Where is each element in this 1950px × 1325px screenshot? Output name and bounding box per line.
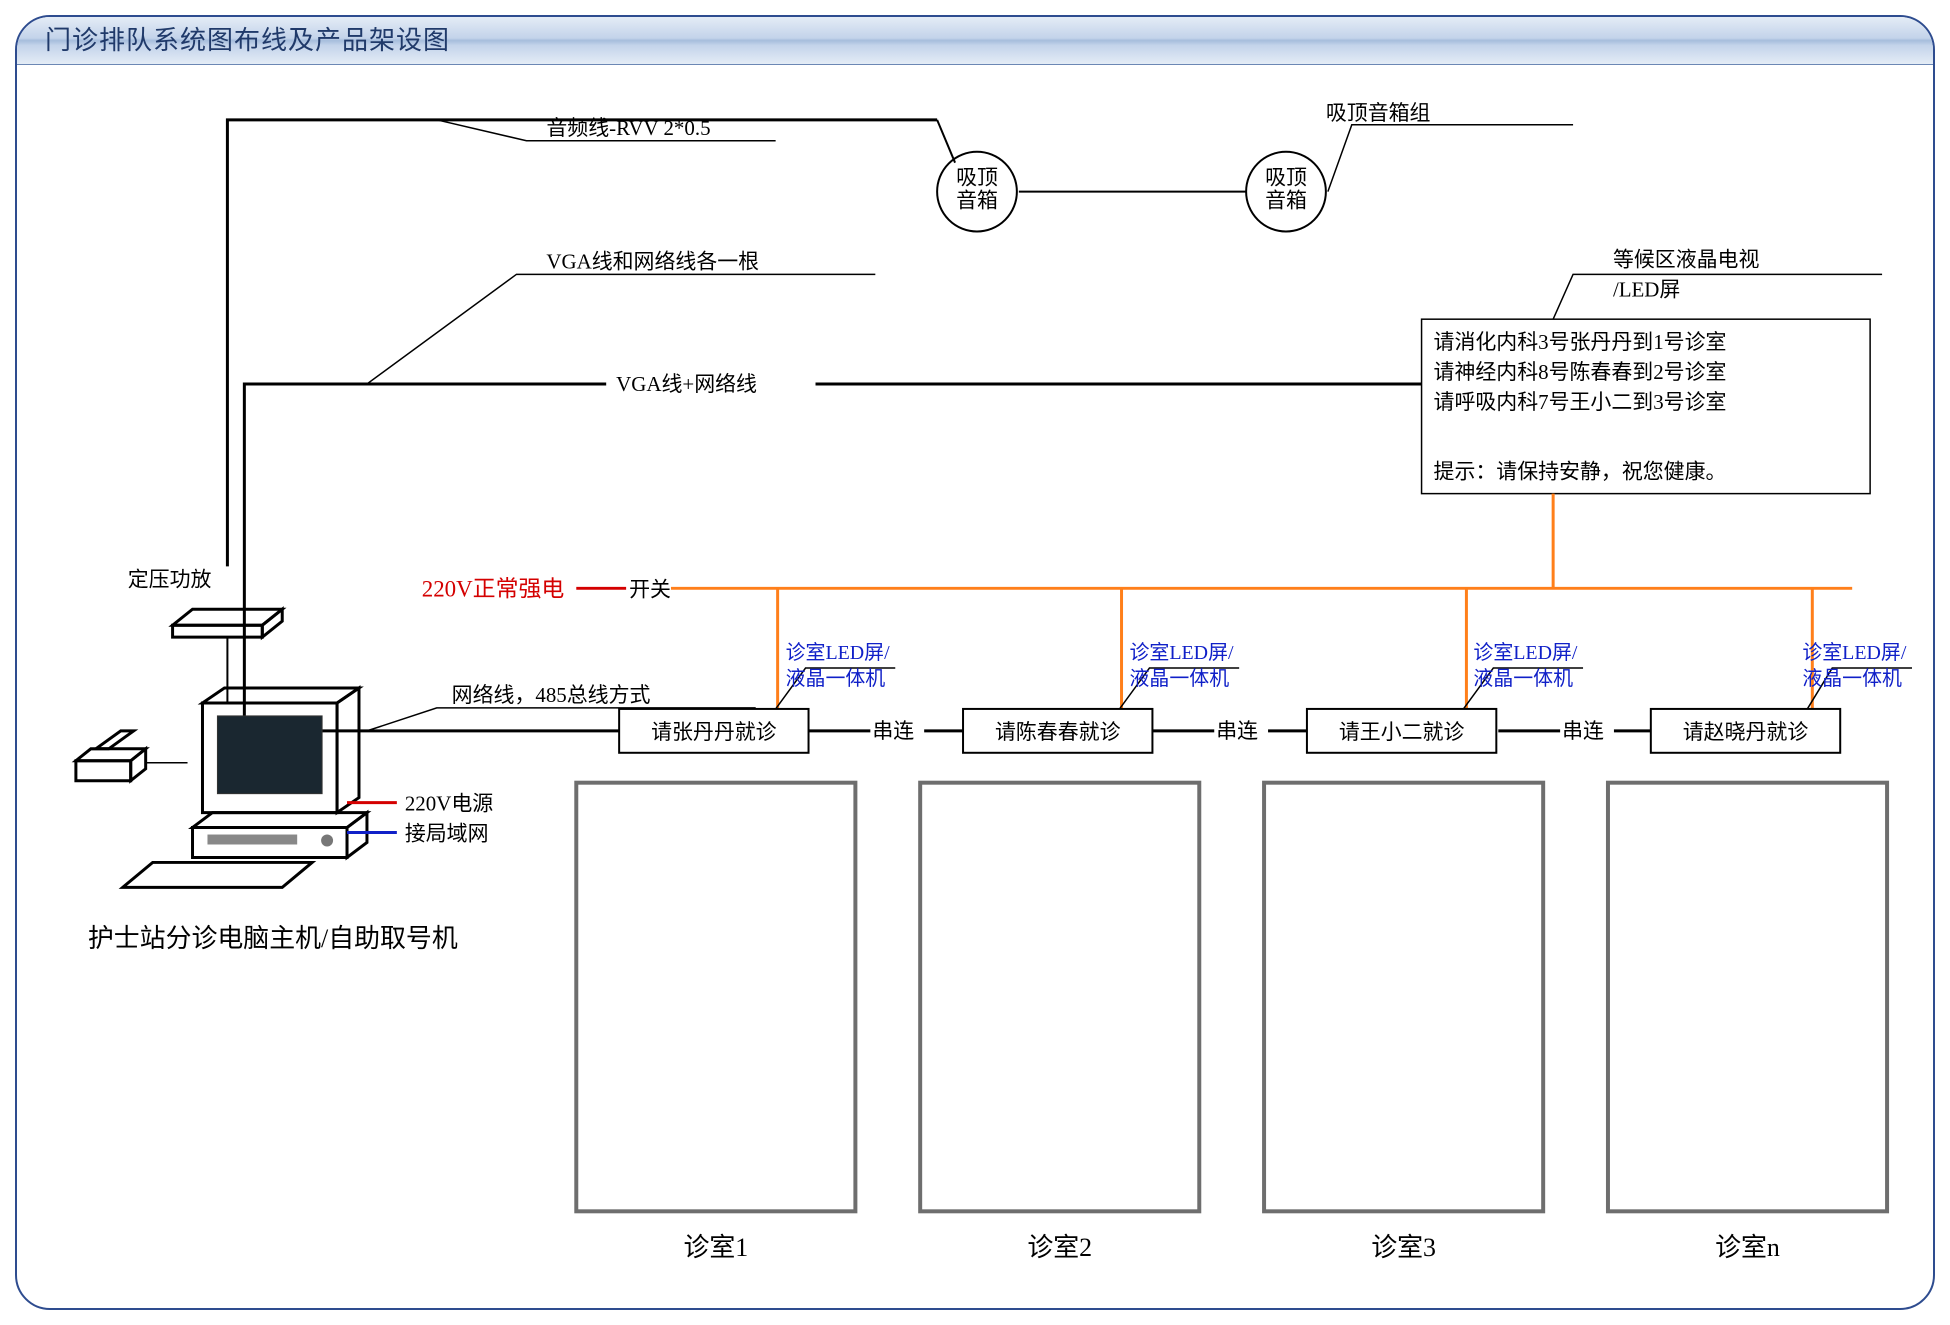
waiting-led-label: /LED屏 xyxy=(1613,277,1680,301)
tv-line3: 请呼吸内科7号王小二到3号诊室 xyxy=(1434,390,1727,414)
svg-text:液晶一体机: 液晶一体机 xyxy=(786,667,886,690)
lan-label: 接局域网 xyxy=(405,822,489,846)
svg-text:请张丹丹就诊: 请张丹丹就诊 xyxy=(651,720,777,744)
svg-text:诊室LED屏/: 诊室LED屏/ xyxy=(786,641,890,664)
room-3 xyxy=(1264,783,1543,1212)
svg-text:吸顶: 吸顶 xyxy=(956,166,998,190)
printer-icon xyxy=(76,731,146,781)
room-led-4: 请赵晓丹就诊 诊室LED屏/ 液晶一体机 xyxy=(1651,641,1912,753)
serial-3: 串连 xyxy=(1562,719,1604,743)
p220-label: 220V电源 xyxy=(405,792,493,816)
host-label: 护士站分诊电脑主机/自助取号机 xyxy=(88,924,458,953)
room-2 xyxy=(920,783,1199,1212)
amp-label: 定压功放 xyxy=(128,567,212,591)
svg-text:请王小二就诊: 请王小二就诊 xyxy=(1339,720,1465,744)
svg-text:请赵晓丹就诊: 请赵晓丹就诊 xyxy=(1683,720,1809,744)
rs485-label: 网络线，485总线方式 xyxy=(452,683,651,707)
tv-line1: 请消化内科3号张丹丹到1号诊室 xyxy=(1434,330,1727,354)
speaker-group-label: 吸顶音箱组 xyxy=(1326,101,1431,125)
room-1-label: 诊室1 xyxy=(683,1233,748,1262)
svg-text:液晶一体机: 液晶一体机 xyxy=(1130,667,1230,690)
room-n xyxy=(1608,783,1887,1212)
room-n-label: 诊室n xyxy=(1715,1233,1780,1262)
title-text: 门诊排队系统图布线及产品架设图 xyxy=(45,26,450,55)
waiting-tv-label: 等候区液晶电视 xyxy=(1613,247,1760,271)
diagram-canvas: 吸顶音箱组 音频线-RVV 2*0.5 吸顶 音箱 吸顶 音箱 VGA线和网络线… xyxy=(17,65,1933,1308)
svg-text:音箱: 音箱 xyxy=(956,189,998,213)
tv-tip: 提示：请保持安静，祝您健康。 xyxy=(1434,460,1727,484)
power-220v-label: 220V正常强电 xyxy=(422,576,565,601)
svg-text:液晶一体机: 液晶一体机 xyxy=(1473,667,1573,690)
svg-text:诊室LED屏/: 诊室LED屏/ xyxy=(1473,641,1577,664)
room-3-label: 诊室3 xyxy=(1371,1233,1436,1262)
svg-text:液晶一体机: 液晶一体机 xyxy=(1802,667,1902,690)
room-led-3: 请王小二就诊 诊室LED屏/ 液晶一体机 xyxy=(1307,641,1583,753)
room-led-1: 请张丹丹就诊 诊室LED屏/ 液晶一体机 xyxy=(619,641,895,753)
computer-icon xyxy=(123,688,367,887)
title-bar: 门诊排队系统图布线及产品架设图 xyxy=(17,17,1933,65)
diagram-panel: 门诊排队系统图布线及产品架设图 吸顶音箱组 xyxy=(15,15,1935,1310)
amplifier-icon xyxy=(173,609,283,637)
svg-text:诊室LED屏/: 诊室LED屏/ xyxy=(1802,641,1906,664)
room-led-2: 请陈春春就诊 诊室LED屏/ 液晶一体机 xyxy=(963,641,1239,753)
room-1 xyxy=(576,783,855,1212)
switch-label: 开关 xyxy=(629,577,671,601)
svg-text:吸顶: 吸顶 xyxy=(1265,166,1307,190)
tv-line2: 请神经内科8号陈春春到2号诊室 xyxy=(1434,360,1727,384)
svg-text:诊室LED屏/: 诊室LED屏/ xyxy=(1130,641,1234,664)
svg-text:音箱: 音箱 xyxy=(1265,189,1307,213)
serial-2: 串连 xyxy=(1216,719,1258,743)
svg-text:请陈春春就诊: 请陈春春就诊 xyxy=(995,720,1121,744)
room-2-label: 诊室2 xyxy=(1027,1233,1092,1262)
serial-1: 串连 xyxy=(872,719,914,743)
vga-net-each-label: VGA线和网络线各一根 xyxy=(546,249,759,273)
vga-net-label: VGA线+网络线 xyxy=(616,372,757,396)
audio-cable-label: 音频线-RVV 2*0.5 xyxy=(546,116,710,140)
